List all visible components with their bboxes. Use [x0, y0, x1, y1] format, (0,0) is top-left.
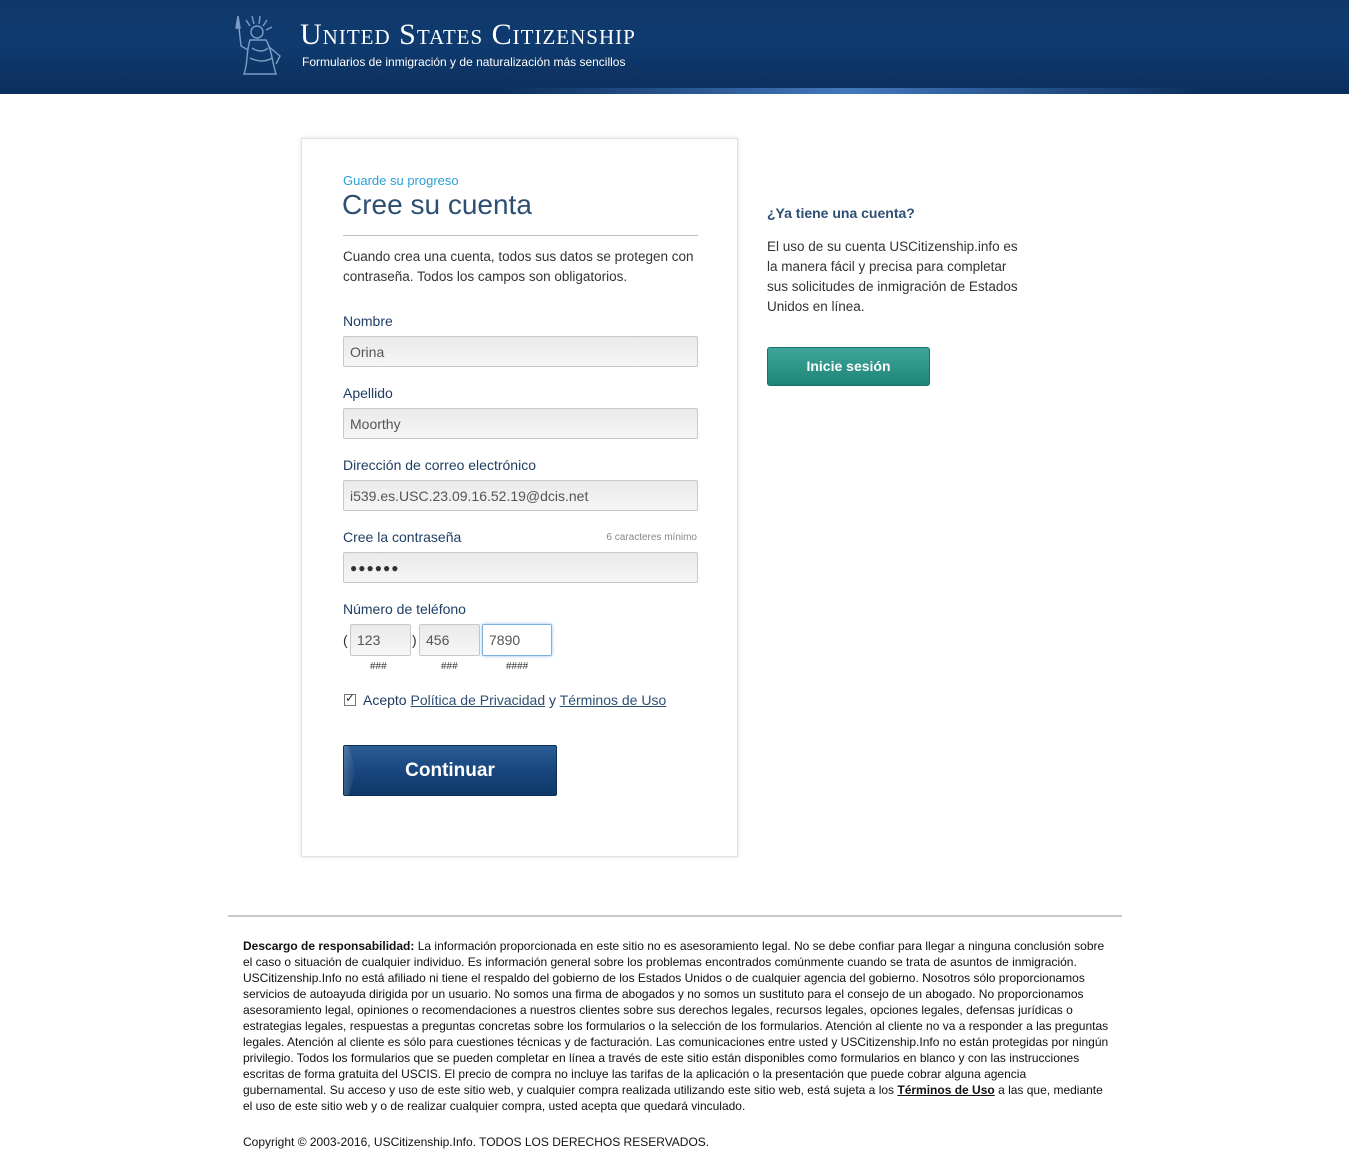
- copyright: Copyright © 2003-2016, USCitizenship.Inf…: [243, 1135, 710, 1149]
- privacy-policy-link[interactable]: Política de Privacidad: [410, 692, 545, 708]
- footer-terms-link[interactable]: Términos de Uso: [897, 1083, 994, 1097]
- password-hint: 6 caracteres mínimo: [606, 532, 697, 543]
- phone-area-hint: ###: [370, 661, 387, 672]
- title-divider: [343, 235, 698, 236]
- password-field[interactable]: [343, 552, 698, 583]
- phone-number-group: ( ): [343, 624, 563, 656]
- terms-of-use-link[interactable]: Términos de Uso: [560, 692, 667, 708]
- disclaimer-text: La información proporcionada en este sit…: [243, 939, 1109, 1097]
- create-account-card: Guarde su progreso Cree su cuenta Cuando…: [301, 138, 738, 857]
- accept-prefix: Acepto: [363, 692, 407, 708]
- phone-label: Número de teléfono: [343, 601, 466, 617]
- phone-area-code-field[interactable]: [350, 624, 411, 656]
- first-name-field[interactable]: [343, 336, 698, 367]
- phone-close-paren: ): [412, 632, 417, 648]
- have-account-text: El uso de su cuenta USCitizenship.info e…: [767, 239, 1018, 314]
- phone-prefix-hint: ###: [441, 661, 458, 672]
- phone-line-number-field[interactable]: [482, 624, 552, 656]
- have-account-title: ¿Ya tiene una cuenta?: [767, 205, 915, 221]
- site-title[interactable]: United States Citizenship: [300, 18, 636, 52]
- site-header: United States Citizenship Formularios de…: [0, 0, 1349, 94]
- phone-open-paren: (: [343, 632, 348, 648]
- last-name-field[interactable]: [343, 408, 698, 439]
- login-button[interactable]: Inicie sesión: [767, 347, 930, 386]
- intro-text: Cuando crea una cuenta, todos sus datos …: [343, 249, 694, 284]
- disclaimer: Descargo de responsabilidad: La informac…: [243, 938, 1111, 1114]
- statue-of-liberty-logo-icon[interactable]: [228, 12, 298, 76]
- accept-terms-label: Acepto Política de Privacidad y Términos…: [363, 692, 666, 708]
- chevron-right-icon: [344, 746, 356, 795]
- first-name-label: Nombre: [343, 313, 393, 329]
- save-progress-eyebrow: Guarde su progreso: [343, 173, 459, 188]
- continue-button[interactable]: Continuar: [343, 745, 557, 796]
- continue-button-label: Continuar: [405, 760, 495, 781]
- email-label: Dirección de correo electrónico: [343, 457, 536, 473]
- header-glow: [500, 88, 1200, 94]
- footer-divider: [228, 915, 1122, 917]
- accept-joiner: y: [549, 692, 557, 708]
- disclaimer-label: Descargo de responsabilidad:: [243, 939, 415, 953]
- phone-line-hint: ####: [506, 661, 529, 672]
- phone-prefix-field[interactable]: [419, 624, 480, 656]
- last-name-label: Apellido: [343, 385, 393, 401]
- site-subtitle: Formularios de inmigración y de naturali…: [302, 55, 626, 69]
- password-label: Cree la contraseña: [343, 529, 462, 545]
- page-title: Cree su cuenta: [342, 189, 532, 220]
- accept-terms-checkbox[interactable]: [344, 691, 356, 706]
- email-field[interactable]: [343, 480, 698, 511]
